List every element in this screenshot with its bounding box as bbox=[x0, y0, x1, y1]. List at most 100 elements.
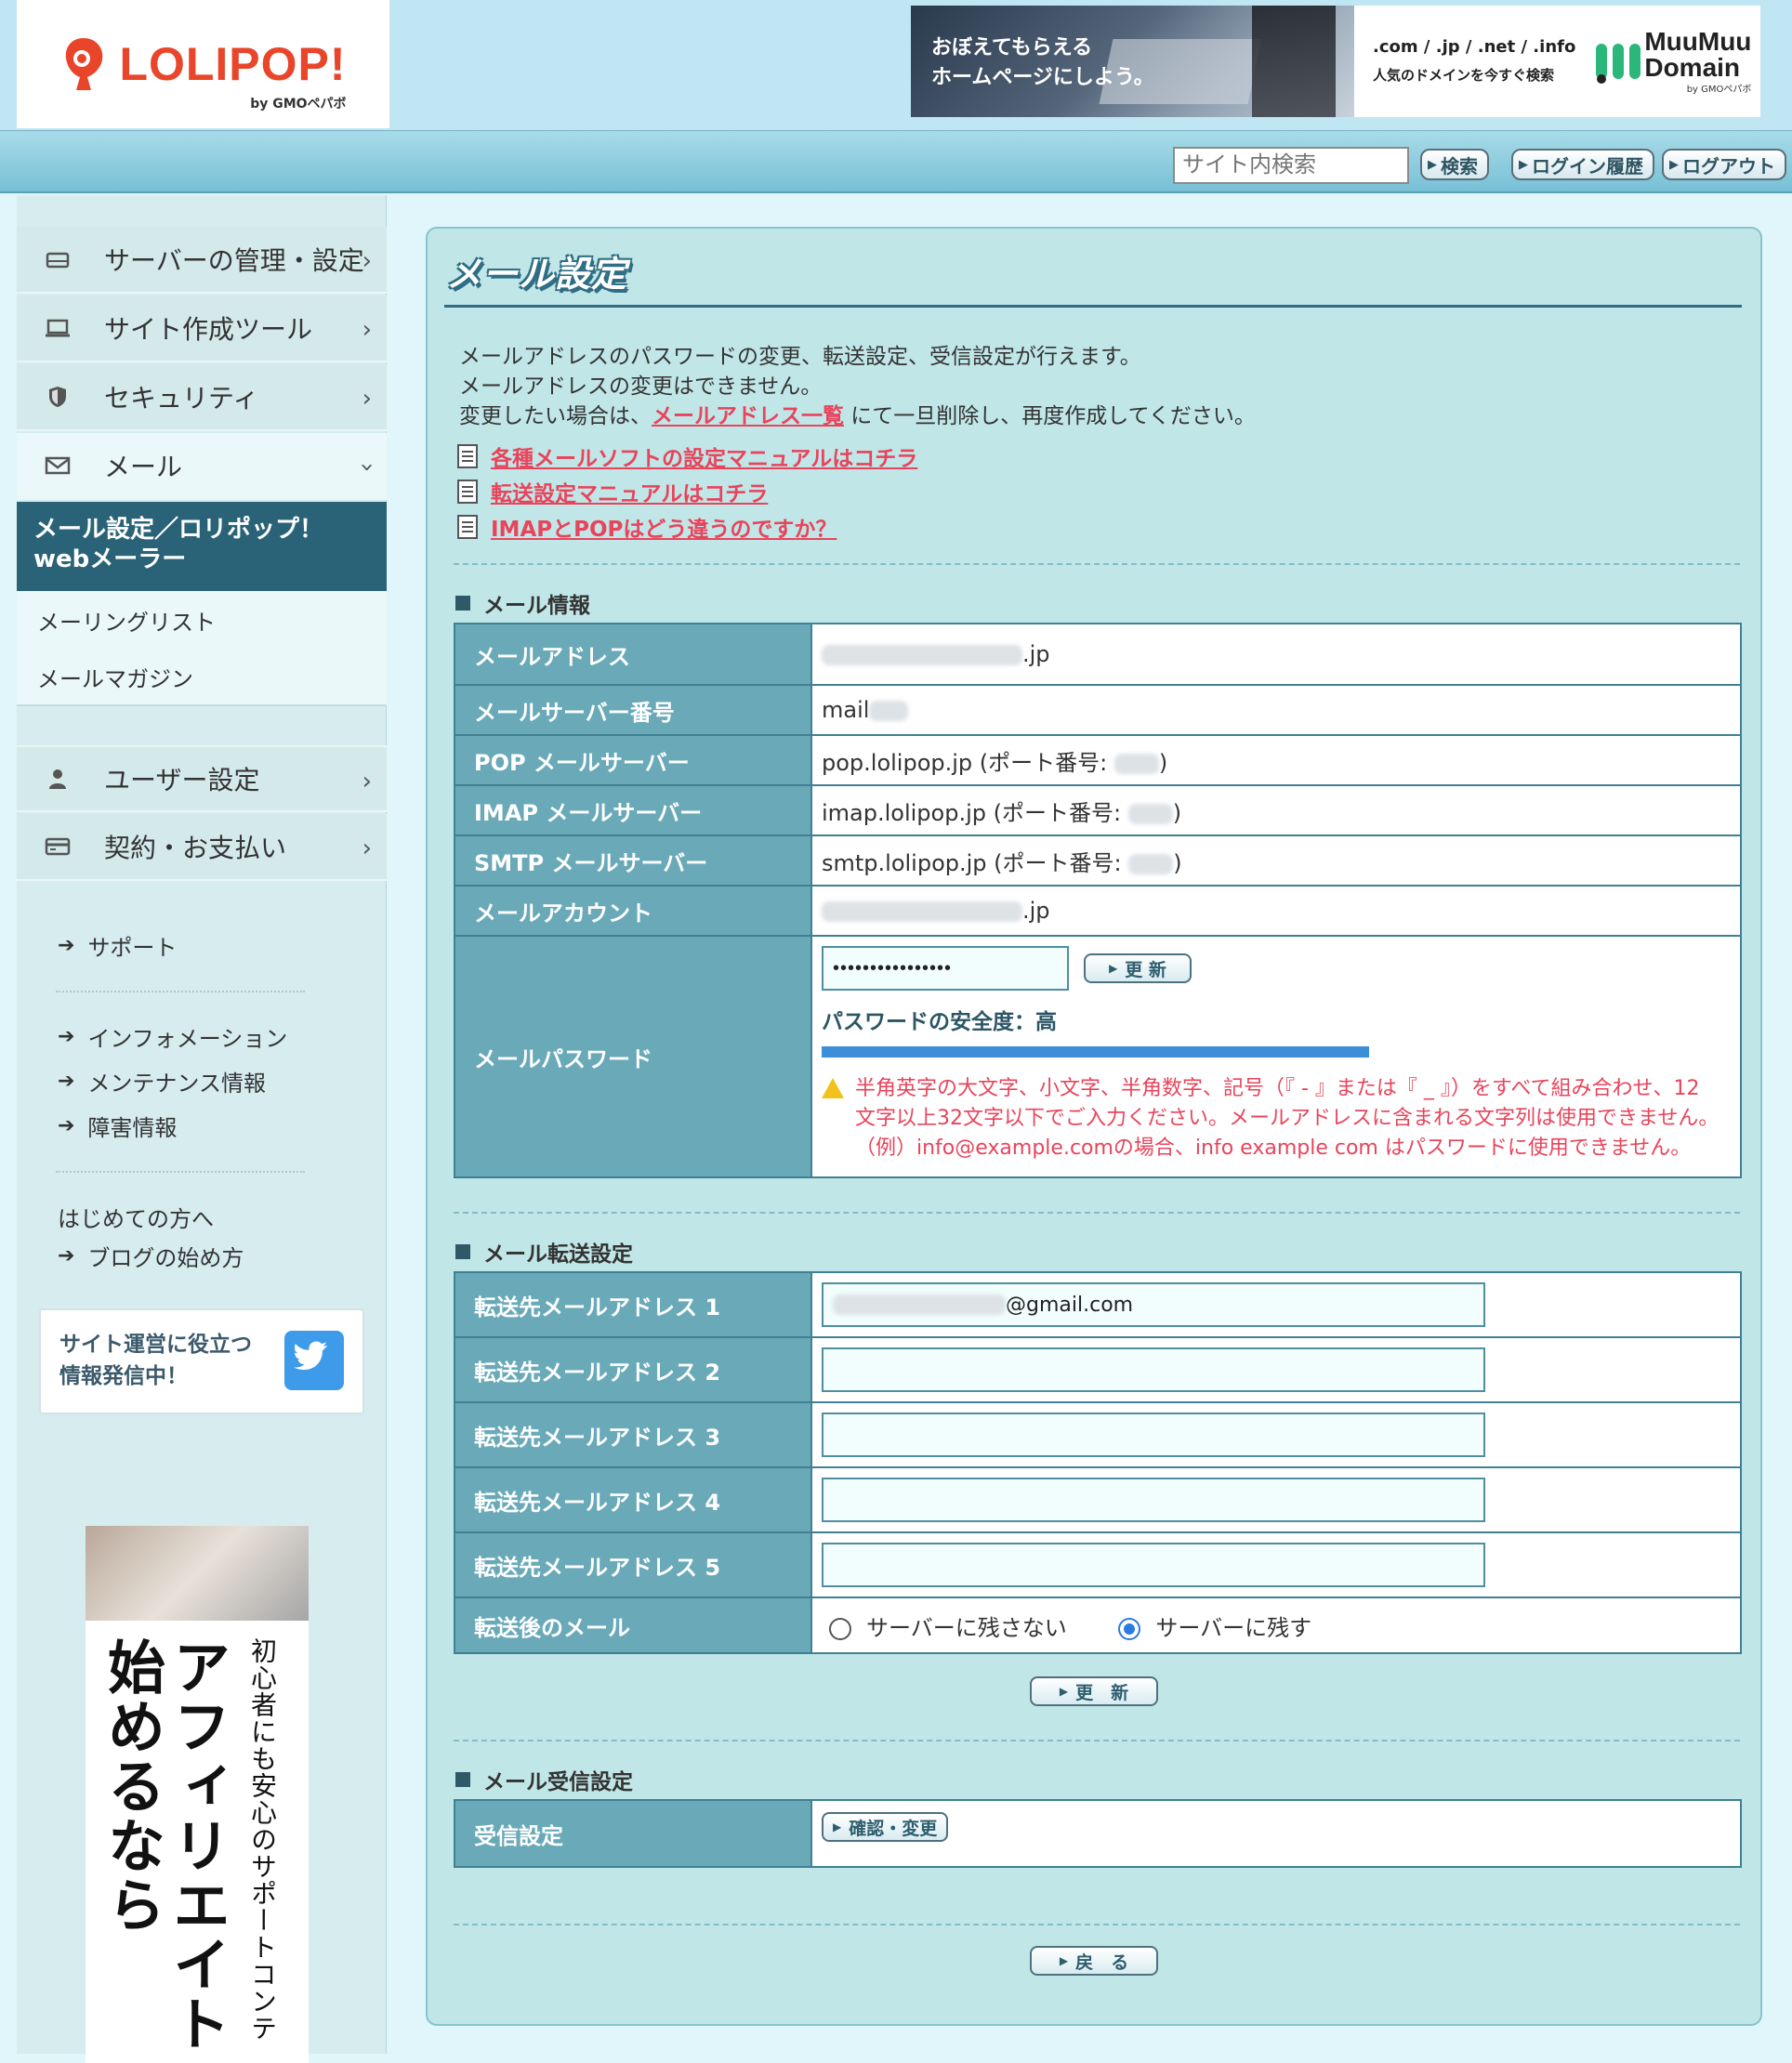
link-beginners[interactable]: はじめての方へ bbox=[58, 1201, 214, 1233]
forward-address-1-input[interactable]: @gmail.com bbox=[822, 1282, 1485, 1327]
chevron-down-icon: › bbox=[352, 462, 381, 473]
label-mail-password: メールパスワード bbox=[454, 935, 812, 1178]
forward-address-3-input[interactable] bbox=[822, 1413, 1485, 1457]
manual-link-imap-pop[interactable]: IMAPとPOPはどう違うのですか？ bbox=[457, 511, 837, 543]
link-maintenance-label: メンテナンス情報 bbox=[87, 1071, 266, 1097]
sidebar-item-user[interactable]: ユーザー設定 › bbox=[17, 745, 387, 812]
muumuu-domain-banner[interactable]: おぼえてもらえる ホームページにしよう。 .com / .jp / .net /… bbox=[911, 6, 1760, 117]
imap-server-text: imap.lolipop.jp (ポート番号: bbox=[822, 799, 1128, 826]
radio-no-keep-label: サーバーに残さない bbox=[866, 1614, 1067, 1641]
forward-address-4-input[interactable] bbox=[822, 1478, 1485, 1522]
site-search-input[interactable] bbox=[1173, 147, 1409, 184]
paren: ) bbox=[1173, 849, 1182, 876]
sidebar-item-mailing-list[interactable]: メーリングリスト bbox=[17, 591, 387, 649]
value-server-number: mail bbox=[810, 684, 1742, 736]
triangle-right-icon: ▶ bbox=[1428, 157, 1437, 172]
radio-keep-label: サーバーに残す bbox=[1155, 1614, 1312, 1641]
forward-address-2-input[interactable] bbox=[822, 1347, 1485, 1392]
sidebar-item-label: セキュリティ bbox=[104, 383, 259, 414]
label-forward-2: 転送先メールアドレス 2 bbox=[454, 1336, 812, 1403]
triangle-right-icon: ▶ bbox=[1519, 157, 1528, 172]
radio-keep[interactable] bbox=[1118, 1617, 1141, 1640]
warning-line-3: （例）info@example.comの場合、info example com … bbox=[855, 1137, 1692, 1160]
muumuu-text-1: MuuMuu bbox=[1644, 26, 1752, 56]
title-rule bbox=[444, 305, 1742, 308]
forward-address-5-input[interactable] bbox=[822, 1543, 1485, 1587]
value-mail-password: ▶ 更 新 パスワードの安全度：高 半角英字の大文字、小文字、半角数字、記号（『… bbox=[810, 935, 1742, 1178]
chevron-right-icon: › bbox=[362, 768, 372, 795]
sidebar-item-billing[interactable]: 契約・お支払い › bbox=[17, 814, 387, 881]
paren: ) bbox=[1172, 799, 1182, 826]
label-server-number: メールサーバー番号 bbox=[454, 684, 812, 736]
login-history-button[interactable]: ▶ ログイン履歴 bbox=[1511, 149, 1654, 180]
section-title-label: メール受信設定 bbox=[483, 1770, 633, 1794]
section-title-label: メール情報 bbox=[483, 594, 590, 618]
address-suffix: .jp bbox=[1022, 641, 1050, 667]
link-support[interactable]: ➔ サポート bbox=[58, 929, 177, 962]
sidebar-item-mail-settings[interactable]: メール設定／ロリポップ！webメーラー bbox=[17, 502, 387, 591]
square-bullet-icon bbox=[455, 1244, 470, 1259]
muumuu-logo: MuuMuu Domain by GMOペパボ bbox=[1592, 26, 1752, 95]
sidebar-item-server[interactable]: サーバーの管理・設定 › bbox=[17, 227, 387, 294]
link-information[interactable]: ➔ インフォメーション bbox=[58, 1020, 287, 1053]
link-support-label: サポート bbox=[87, 935, 178, 961]
triangle-right-icon: ▶ bbox=[1109, 962, 1118, 975]
password-input[interactable] bbox=[822, 946, 1069, 991]
sidebar-item-label: サーバーの管理・設定 bbox=[104, 245, 364, 276]
affiliate-ad[interactable]: アフィリエイト始めるなら 初心者にも安心のサポートコンテ bbox=[86, 1526, 309, 2063]
table-row: 転送先メールアドレス 2 bbox=[454, 1336, 1742, 1403]
server-icon bbox=[39, 248, 76, 270]
sidebar-item-site-tools[interactable]: サイト作成ツール › bbox=[17, 296, 387, 362]
sidebar-item-label: メール bbox=[104, 452, 183, 482]
sidebar: サーバーの管理・設定 › サイト作成ツール › セキュリティ › メール › メ… bbox=[17, 195, 387, 2063]
divider bbox=[56, 1171, 305, 1173]
mail-address-list-link[interactable]: メールアドレス一覧 bbox=[652, 404, 844, 428]
divider bbox=[454, 1924, 1740, 1925]
triangle-right-icon: ▶ bbox=[1669, 157, 1679, 172]
arrow-right-icon: ➔ bbox=[58, 1025, 75, 1048]
sidebar-item-security[interactable]: セキュリティ › bbox=[17, 364, 387, 431]
search-button[interactable]: ▶ 検索 bbox=[1420, 149, 1489, 180]
muumuu-m-icon bbox=[1596, 44, 1641, 84]
update-label: 更 新 bbox=[1125, 959, 1166, 980]
radio-no-keep[interactable] bbox=[829, 1617, 851, 1640]
banner-headline-1: おぼえてもらえる bbox=[931, 36, 1093, 59]
confirm-change-label: 確認・変更 bbox=[849, 1818, 938, 1839]
password-update-button[interactable]: ▶ 更 新 bbox=[1084, 953, 1192, 983]
description-line-1: メールアドレスのパスワードの変更、転送設定、受信設定が行えます。 bbox=[459, 345, 1141, 369]
back-button[interactable]: ▶ 戻 る bbox=[1030, 1946, 1158, 1976]
link-information-label: インフォメーション bbox=[87, 1026, 288, 1052]
manual-link-mail-software[interactable]: 各種メールソフトの設定マニュアルはコチラ bbox=[457, 440, 917, 472]
description-text: にて一旦削除し、再度作成してください。 bbox=[844, 404, 1256, 428]
manual-link-forward[interactable]: 転送設定マニュアルはコチラ bbox=[457, 476, 768, 507]
logout-button[interactable]: ▶ ログアウト bbox=[1662, 149, 1786, 180]
square-bullet-icon bbox=[455, 1772, 470, 1787]
twitter-banner[interactable]: サイト運営に役立つ 情報発信中！ bbox=[39, 1308, 364, 1414]
banner-tagline: 人気のドメインを今すぐ検索 bbox=[1373, 67, 1555, 84]
chevron-right-icon: › bbox=[362, 247, 372, 275]
link-trouble[interactable]: ➔ 障害情報 bbox=[58, 1110, 177, 1142]
sidebar-item-mail-magazine[interactable]: メールマガジン bbox=[17, 649, 387, 706]
label-forward-4: 転送先メールアドレス 4 bbox=[454, 1466, 812, 1533]
login-history-label: ログイン履歴 bbox=[1532, 154, 1643, 177]
value-forward-3 bbox=[810, 1401, 1742, 1468]
sidebar-item-label: 契約・お支払い bbox=[104, 833, 287, 863]
forward-update-button[interactable]: ▶ 更 新 bbox=[1030, 1676, 1158, 1706]
laptop-icon bbox=[39, 318, 76, 338]
sidebar-item-mail[interactable]: メール › bbox=[17, 433, 387, 500]
banner-tlds: .com / .jp / .net / .info bbox=[1373, 37, 1576, 57]
link-maintenance[interactable]: ➔ メンテナンス情報 bbox=[58, 1065, 266, 1097]
divider bbox=[56, 991, 305, 992]
arrow-right-icon: ➔ bbox=[58, 1070, 75, 1093]
label-after-forward: 転送後のメール bbox=[454, 1597, 812, 1654]
link-blog[interactable]: ➔ ブログの始め方 bbox=[58, 1240, 244, 1272]
lolipop-logo[interactable]: LOLIPOP! by GMOペパボ bbox=[17, 0, 389, 128]
shield-icon bbox=[39, 385, 76, 409]
account-suffix: .jp bbox=[1022, 898, 1050, 924]
lolipop-logo-icon bbox=[66, 38, 103, 90]
manual-link-label: 各種メールソフトの設定マニュアルはコチラ bbox=[491, 447, 918, 471]
confirm-change-button[interactable]: ▶ 確認・変更 bbox=[822, 1812, 949, 1842]
table-row: IMAP メールサーバー imap.lolipop.jp (ポート番号: ) bbox=[454, 784, 1742, 836]
table-row: 転送後のメール サーバーに残さない サーバーに残す bbox=[454, 1597, 1742, 1654]
forward-table: 転送先メールアドレス 1 @gmail.com 転送先メールアドレス 2 転送先… bbox=[454, 1271, 1742, 1654]
